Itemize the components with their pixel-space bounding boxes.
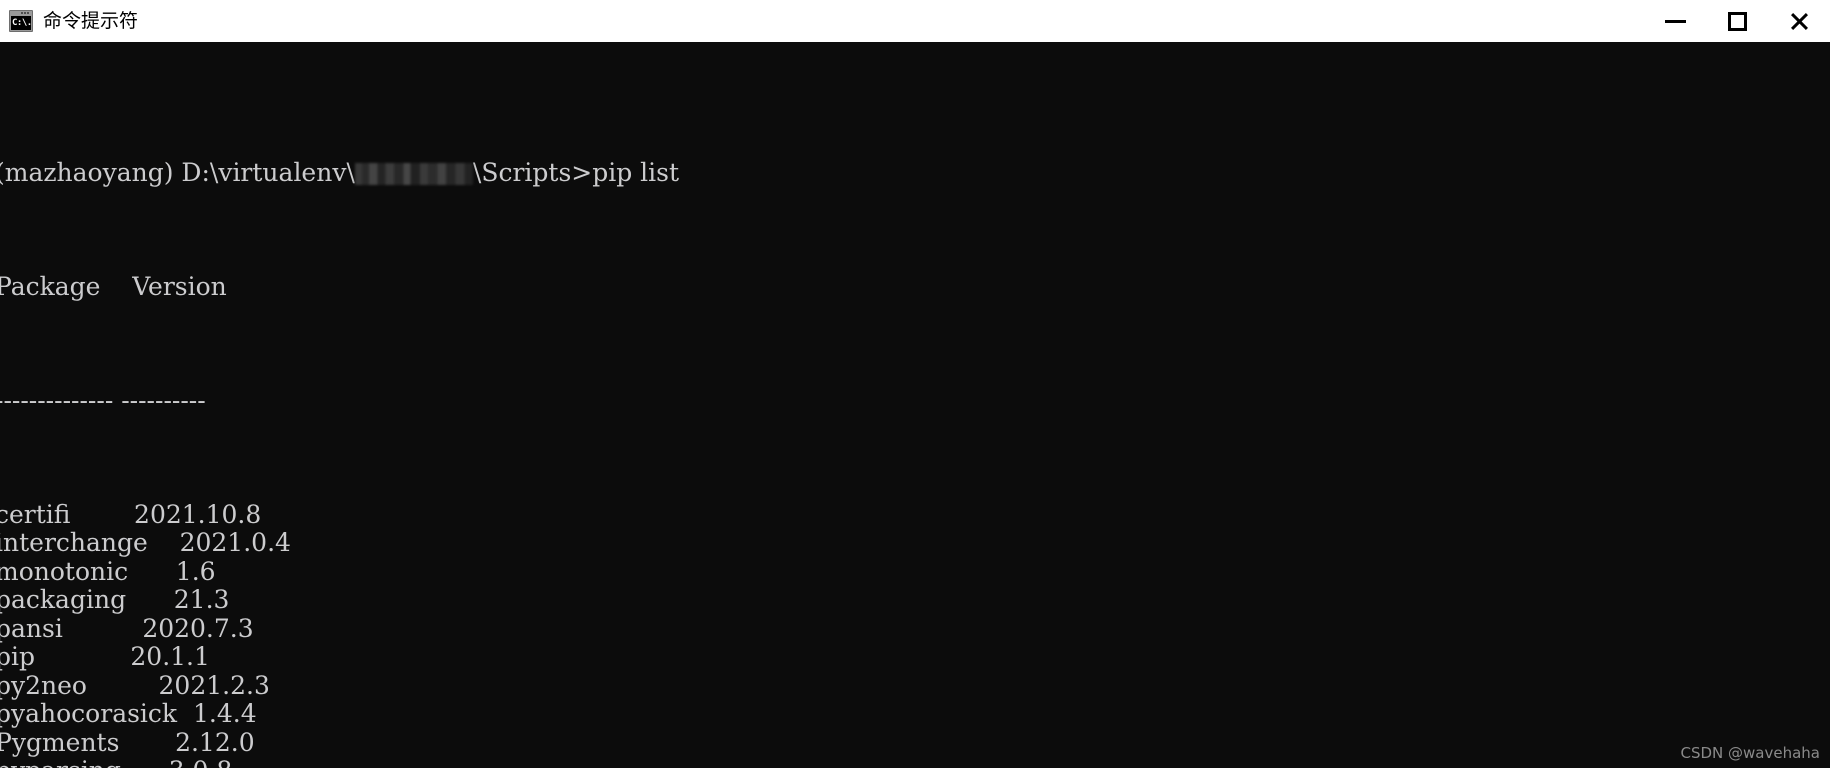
- package-row: pyparsing 3.0.8: [0, 756, 1830, 768]
- close-button[interactable]: [1768, 0, 1830, 42]
- package-name: py2neo: [0, 670, 87, 700]
- watermark: CSDN @wavehaha: [1680, 744, 1821, 762]
- package-version: 3.0.8: [169, 756, 233, 768]
- window-title: 命令提示符: [43, 10, 139, 32]
- close-icon: [1789, 11, 1810, 32]
- column-header-version: Version: [132, 271, 227, 301]
- column-header-row: Package Version: [0, 271, 1830, 302]
- package-column-gap: [128, 557, 176, 586]
- package-name: packaging: [0, 585, 127, 614]
- package-version: 21.3: [173, 585, 230, 614]
- console-output-area[interactable]: (mazhaoyang) D:\virtualenv\ \Scripts>pip …: [0, 42, 1830, 768]
- package-column-gap: [87, 671, 159, 700]
- console-text: (mazhaoyang) D:\virtualenv\ \Scripts>pip …: [0, 73, 1830, 768]
- package-version: 2021.0.4: [179, 528, 291, 557]
- minimize-icon: [1664, 19, 1686, 23]
- package-name: interchange: [0, 528, 148, 557]
- package-column-gap: [70, 500, 134, 529]
- package-name: pip: [0, 642, 36, 671]
- header-gap: [100, 272, 132, 301]
- package-column-gap: [177, 699, 193, 728]
- cmd-icon-screen-text: C:\.: [11, 16, 31, 30]
- title-bar[interactable]: C:\. 命令提示符: [0, 0, 1830, 42]
- package-version: 20.1.1: [130, 642, 210, 671]
- package-rule: --------------: [0, 385, 114, 415]
- package-row: pip 20.1.1: [0, 642, 1830, 672]
- command-prompt-window: C:\. 命令提示符 (mazhaoyang) D:\virtualenv\ \S…: [0, 0, 1830, 768]
- prompt-suffix: \Scripts>: [472, 157, 593, 187]
- typed-command: pip list: [592, 157, 680, 187]
- package-name: pyahocorasick: [0, 699, 178, 728]
- version-rule: ----------: [121, 385, 206, 415]
- package-row: interchange 2021.0.4: [0, 528, 1830, 558]
- package-name: pansi: [0, 613, 63, 643]
- package-list: certifi 2021.10.8 interchange 2021.0.4 mon…: [0, 499, 1830, 768]
- package-name: Pygments: [0, 727, 120, 757]
- package-row: py2neo 2021.2.3: [0, 670, 1830, 701]
- column-header-package: Package: [0, 271, 101, 301]
- minimize-button[interactable]: [1644, 0, 1706, 42]
- window-controls: [1644, 0, 1830, 42]
- cmd-icon-titlebar-dots: [21, 12, 30, 14]
- package-column-gap: [119, 728, 175, 757]
- package-name: certifi: [0, 499, 71, 529]
- package-row: certifi 2021.10.8: [0, 499, 1830, 530]
- title-bar-left: C:\. 命令提示符: [0, 0, 138, 42]
- package-name: monotonic: [0, 556, 129, 586]
- package-version: 2020.7.3: [142, 613, 254, 643]
- package-row: packaging 21.3: [0, 585, 1830, 615]
- package-version: 2021.10.8: [134, 499, 262, 529]
- package-column-gap: [126, 585, 174, 614]
- package-column-gap: [121, 756, 169, 768]
- package-version: 1.4.4: [192, 699, 257, 728]
- package-version: 1.6: [175, 556, 216, 586]
- package-row: pyahocorasick 1.4.4: [0, 699, 1830, 729]
- package-version: 2.12.0: [175, 727, 255, 757]
- prompt-prefix: (mazhaoyang) D:\virtualenv\: [0, 157, 355, 187]
- prompt-line: (mazhaoyang) D:\virtualenv\ \Scripts>pip …: [0, 157, 1830, 188]
- column-rule-row: -------------- ----------: [0, 385, 1830, 416]
- maximize-icon: [1727, 11, 1747, 31]
- package-column-gap: [35, 642, 130, 671]
- package-name: pyparsing: [0, 756, 121, 768]
- cmd-icon: C:\.: [9, 10, 33, 32]
- package-column-gap: [148, 528, 180, 557]
- package-row: monotonic 1.6: [0, 556, 1830, 587]
- package-row: pansi 2020.7.3: [0, 613, 1830, 644]
- redacted-path-block: [354, 162, 473, 185]
- package-version: 2021.2.3: [158, 670, 270, 700]
- maximize-button[interactable]: [1706, 0, 1768, 42]
- package-row: Pygments 2.12.0: [0, 727, 1830, 758]
- package-column-gap: [63, 614, 142, 643]
